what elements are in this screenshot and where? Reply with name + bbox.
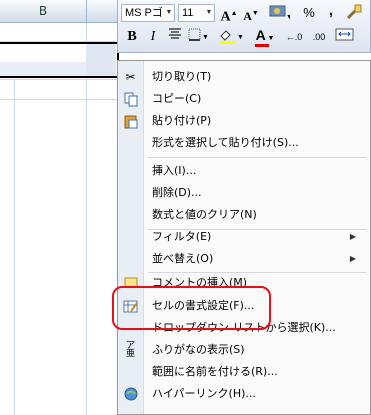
- menu-item-label: コピー(C): [152, 92, 202, 105]
- menu-item-label: 切り取り(T): [152, 70, 212, 83]
- borders-button[interactable]: ▼: [187, 27, 211, 47]
- borders-icon: ▼: [188, 28, 209, 41]
- format-painter-button[interactable]: [344, 3, 364, 23]
- merge-center-button[interactable]: [334, 27, 356, 47]
- font-color-button[interactable]: A ▼: [251, 25, 279, 47]
- svg-text:▼: ▼: [237, 33, 244, 41]
- menu-item-cut[interactable]: ✂ 切り取り(T): [118, 66, 370, 88]
- menu-item-label: 範囲に名前を付ける(R)...: [152, 365, 278, 378]
- shrink-font-icon: A: [243, 9, 252, 23]
- furigana-icon: ア亜: [125, 341, 135, 359]
- decrease-decimal-button[interactable]: .00: [308, 27, 330, 47]
- menu-item-label: ハイパーリンク(H)...: [152, 387, 256, 400]
- menu-item-show-phonetic[interactable]: ア亜 ふりがなの表示(S): [118, 339, 370, 361]
- column-line: [14, 80, 15, 415]
- grow-font-icon: A: [220, 9, 231, 25]
- column-header-c[interactable]: [87, 0, 118, 23]
- menu-item-sort[interactable]: 並べ替え(O) ▶: [118, 248, 370, 270]
- format-painter-icon: [346, 4, 362, 20]
- chevron-down-icon[interactable]: ▼: [204, 5, 214, 21]
- mini-toolbar: MS Pゴ ▼ 11 ▼ A▲ A▼ ▼ % , B I ▼ ▼ A ▼ ←.0…: [117, 0, 371, 53]
- context-menu: ✂ 切り取り(T) コピー(C) 貼り付け(P) 形式を選択して貼り付け(S).…: [117, 60, 371, 415]
- menu-item-filter[interactable]: フィルタ(E) ▶: [118, 226, 370, 248]
- menu-item-label: 貼り付け(P): [152, 114, 212, 127]
- submenu-arrow-icon: ▶: [349, 232, 356, 241]
- row-line: [0, 99, 117, 100]
- menu-item-label: 挿入(I)...: [152, 164, 197, 177]
- menu-item-clear-contents[interactable]: 数式と値のクリア(N): [118, 204, 370, 226]
- font-size-value: 11: [182, 7, 194, 19]
- menu-item-label: 形式を選択して貼り付け(S)...: [152, 136, 299, 149]
- copy-icon: [122, 91, 139, 107]
- font-color-icon: A: [255, 27, 266, 43]
- svg-text:▼: ▼: [202, 33, 209, 41]
- increase-decimal-button[interactable]: ←.0: [283, 27, 305, 47]
- align-center-button[interactable]: [165, 27, 185, 47]
- selected-cell-range[interactable]: [0, 42, 119, 78]
- row-line: [0, 79, 117, 80]
- percent-style-button[interactable]: %: [299, 3, 319, 23]
- highlight-annotation: [112, 286, 271, 330]
- font-name-combo[interactable]: MS Pゴ ▼: [121, 4, 175, 22]
- menu-item-paste[interactable]: 貼り付け(P): [118, 110, 370, 132]
- fill-color-icon: ▼: [219, 30, 244, 44]
- menu-item-copy[interactable]: コピー(C): [118, 88, 370, 110]
- comma-style-button[interactable]: ,: [321, 1, 341, 21]
- menu-item-paste-special[interactable]: 形式を選択して貼り付け(S)...: [118, 132, 370, 154]
- menu-item-insert[interactable]: 挿入(I)...: [118, 160, 370, 182]
- accounting-format-button[interactable]: ▼: [266, 3, 293, 23]
- hyperlink-icon: [122, 386, 139, 402]
- menu-item-hyperlink[interactable]: ハイパーリンク(H)...: [118, 383, 370, 405]
- menu-item-label: 並べ替え(O): [152, 252, 214, 265]
- chevron-down-icon[interactable]: ▼: [164, 5, 174, 21]
- bold-button[interactable]: B: [122, 27, 142, 47]
- menu-item-label: フィルタ(E): [152, 230, 212, 243]
- scissors-icon: ✂: [125, 70, 136, 84]
- align-center-icon: [169, 28, 181, 39]
- accounting-icon: ▼: [269, 5, 293, 21]
- menu-item-define-name[interactable]: 範囲に名前を付ける(R)...: [118, 361, 370, 383]
- svg-text:▼: ▼: [286, 13, 290, 21]
- paste-icon: [122, 113, 139, 129]
- font-name-value: MS Pゴ: [125, 7, 163, 19]
- shrink-font-button[interactable]: A▼: [241, 3, 261, 23]
- font-size-combo[interactable]: 11 ▼: [178, 4, 215, 22]
- grow-font-button[interactable]: A▲: [219, 3, 239, 25]
- menu-item-label: ふりがなの表示(S): [152, 343, 245, 356]
- italic-button[interactable]: I: [143, 27, 163, 47]
- menu-item-delete[interactable]: 削除(D)...: [118, 182, 370, 204]
- merge-center-icon: [335, 28, 354, 41]
- submenu-arrow-icon: ▶: [349, 254, 356, 263]
- column-line: [86, 23, 87, 415]
- menu-item-label: 数式と値のクリア(N): [152, 208, 257, 221]
- menu-separator: [148, 157, 366, 158]
- fill-color-button[interactable]: ▼: [217, 27, 245, 47]
- menu-item-label: 削除(D)...: [152, 186, 202, 199]
- column-header-b[interactable]: B: [0, 0, 87, 23]
